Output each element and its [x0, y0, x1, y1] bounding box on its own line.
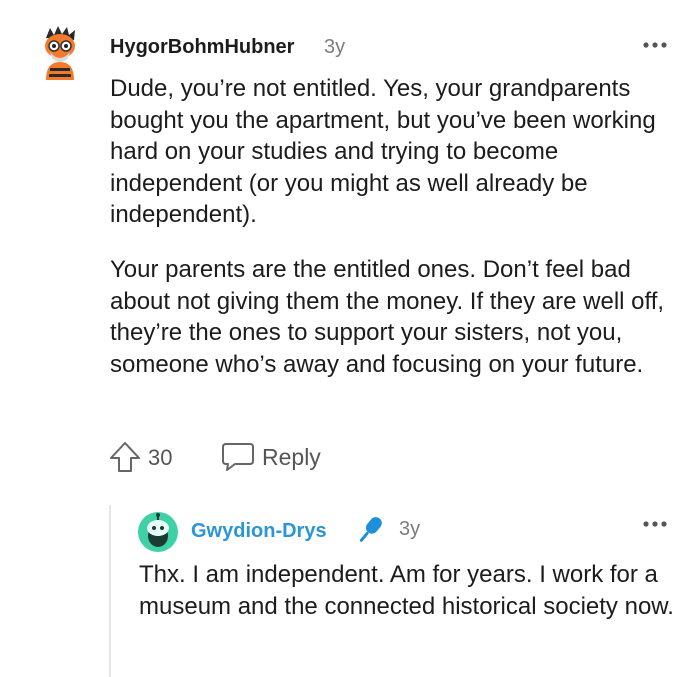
reply-button[interactable]: Reply — [220, 440, 321, 474]
thread-line[interactable] — [109, 505, 111, 677]
user-avatar[interactable] — [36, 24, 84, 80]
microphone-icon — [352, 512, 388, 548]
comment-username[interactable]: HygorBohmHubner — [110, 36, 294, 59]
reply-button-label: Reply — [262, 443, 321, 470]
more-horizontal-icon[interactable] — [642, 35, 668, 55]
comment-paragraph: Dude, you’re not entitled. Yes, your gra… — [110, 75, 656, 228]
upvote-arrow-icon[interactable] — [108, 440, 142, 474]
comment-paragraph: Your parents are the entitled ones. Don’… — [110, 256, 665, 378]
reply-text: Thx. I am independent. Am for years. I w… — [139, 561, 674, 620]
reply-age: 3y — [399, 518, 421, 540]
vote-count: 30 — [148, 445, 173, 470]
reply-username[interactable]: Gwydion-Drys — [191, 520, 327, 543]
chat-bubble-icon — [222, 443, 254, 471]
user-avatar[interactable] — [138, 512, 178, 552]
comment-age: 3y — [324, 36, 346, 58]
more-horizontal-icon[interactable] — [642, 514, 668, 534]
